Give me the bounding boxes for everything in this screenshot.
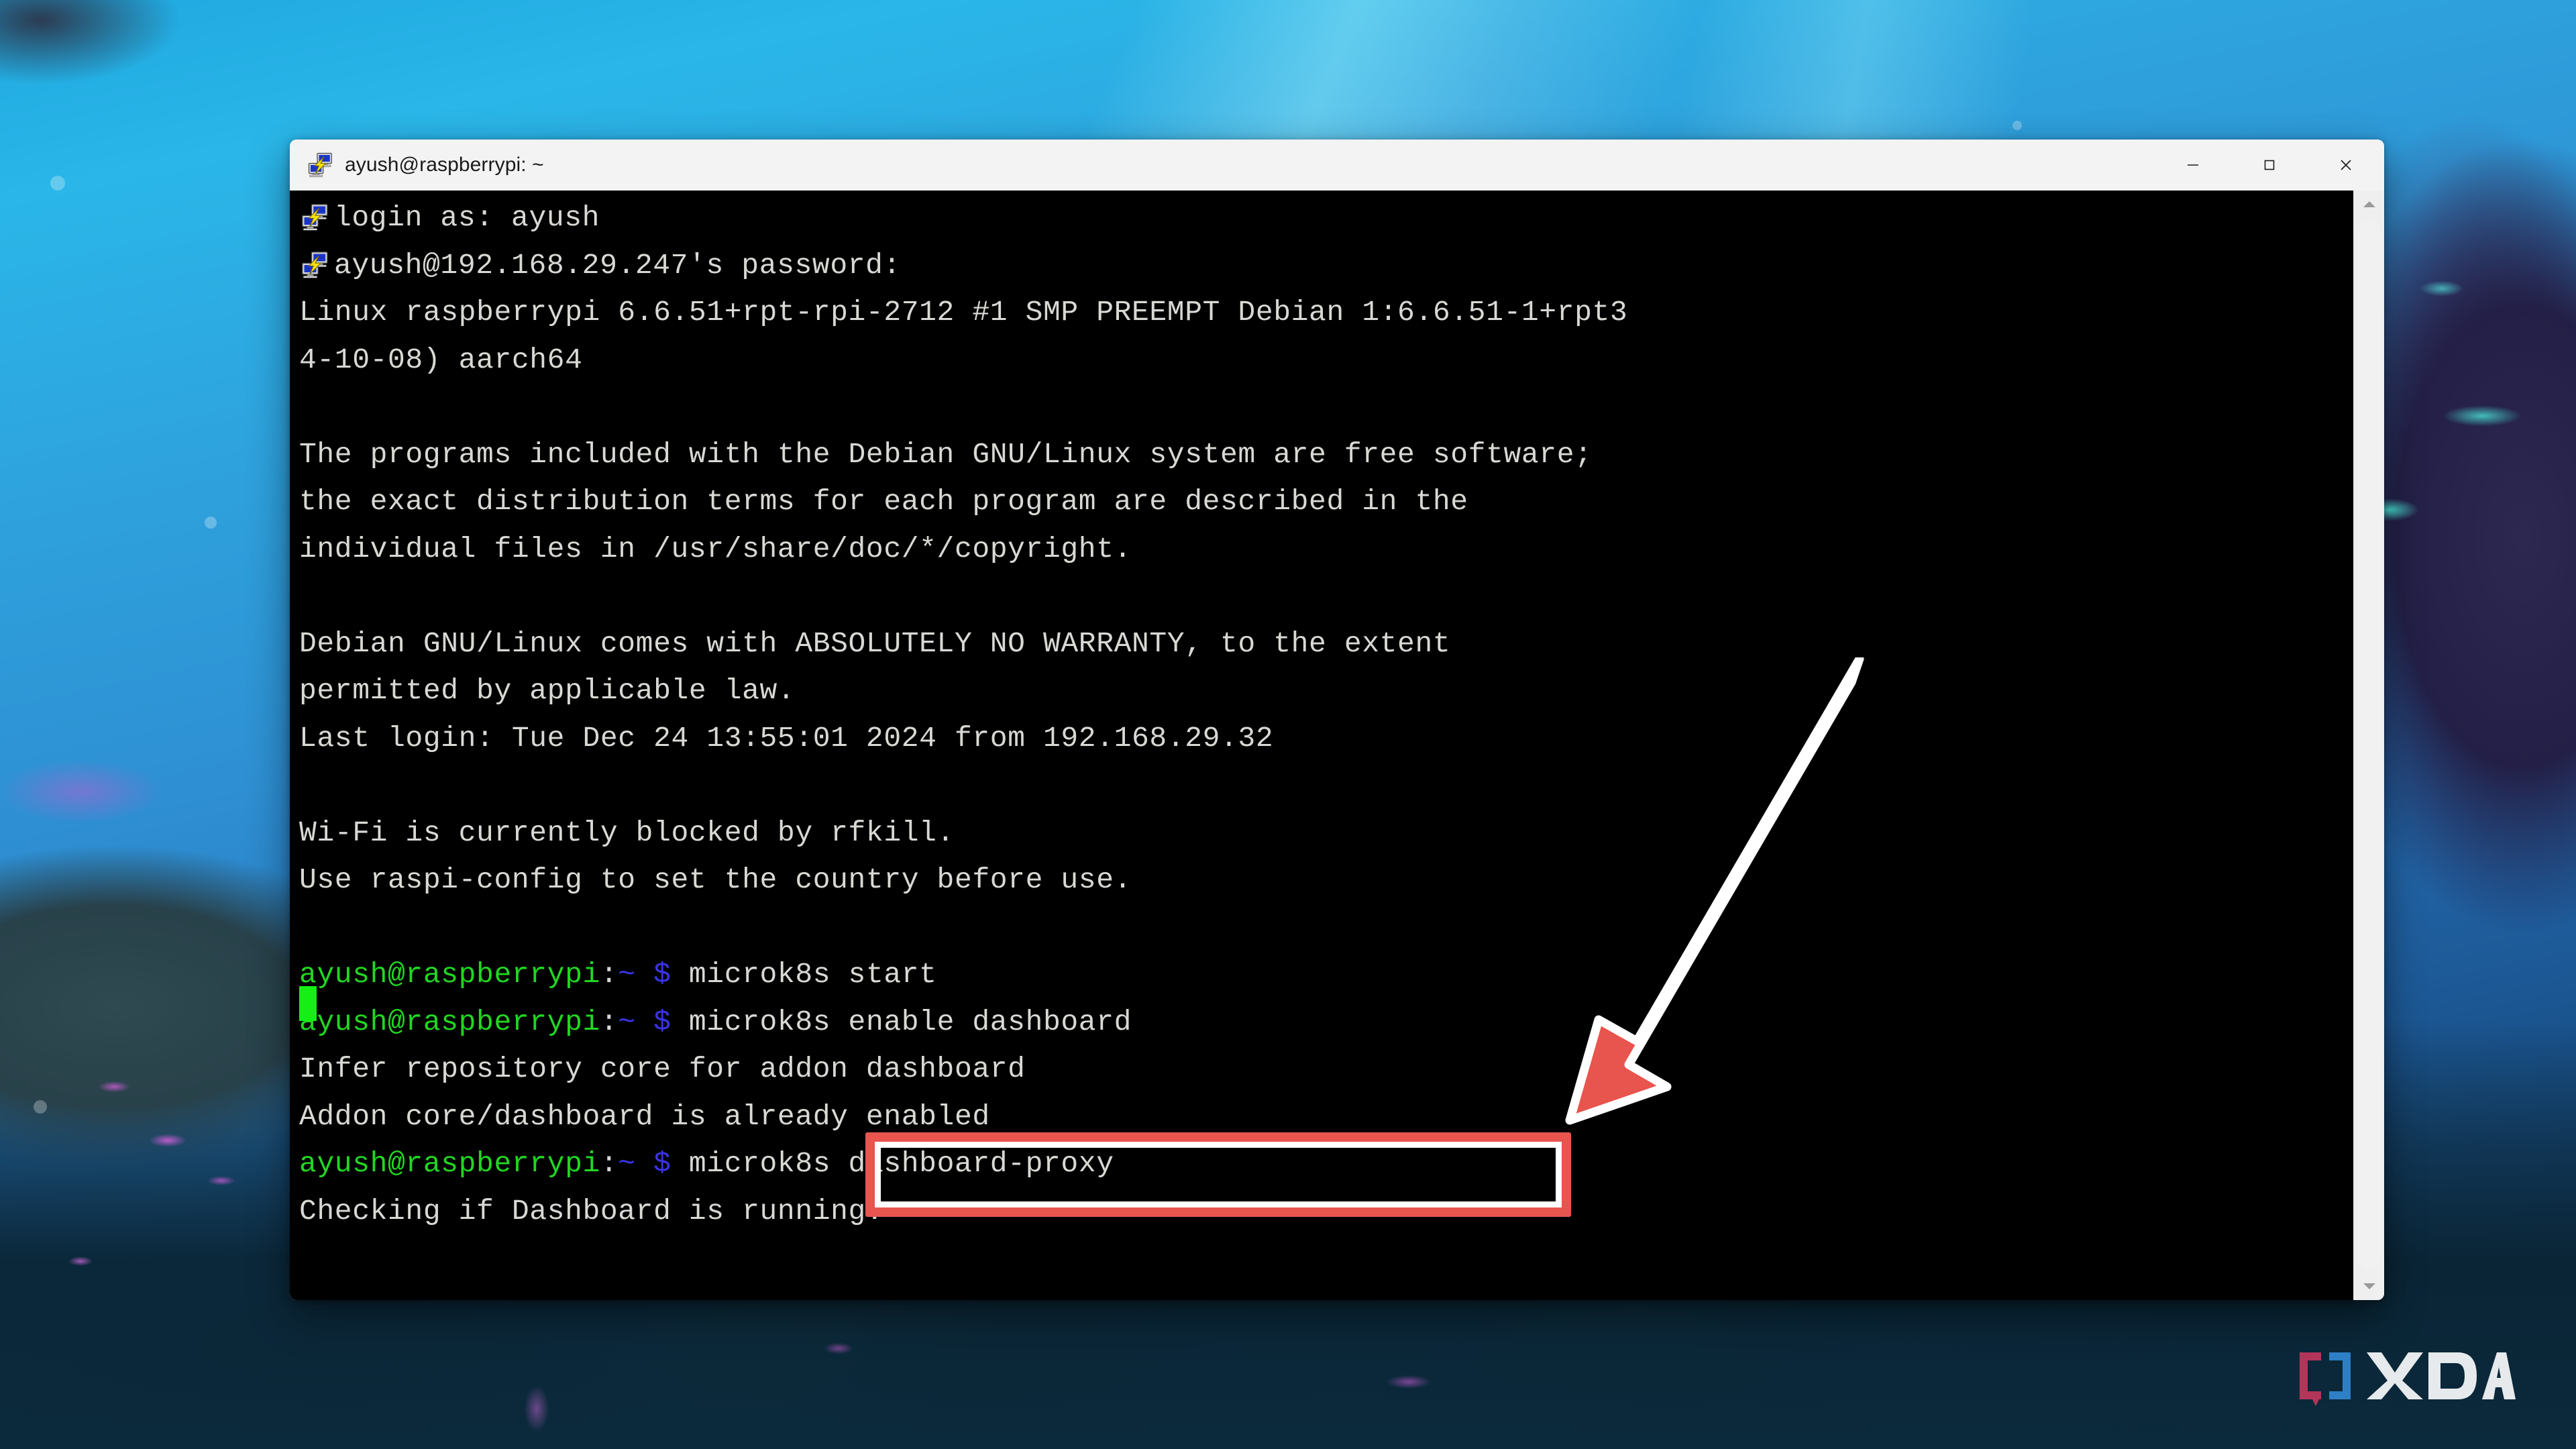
terminal-segment: the exact distribution terms for each pr… xyxy=(299,485,1468,518)
terminal-segment: ~ xyxy=(618,1147,636,1180)
terminal-line: login as: ayush xyxy=(299,195,2353,242)
terminal-line: individual files in /usr/share/doc/*/cop… xyxy=(299,526,2353,574)
terminal-segment: individual files in /usr/share/doc/*/cop… xyxy=(299,532,1132,566)
terminal-segment: microk8s dashboard-proxy xyxy=(671,1147,1114,1180)
terminal-segment: The programs included with the Debian GN… xyxy=(299,437,1593,471)
terminal-line: Infer repository core for addon dashboar… xyxy=(299,1046,2353,1093)
terminal-line: Checking if Dashboard is running. xyxy=(299,1188,2353,1236)
terminal-line: Use raspi-config to set the country befo… xyxy=(299,857,2353,904)
terminal-line: Debian GNU/Linux comes with ABSOLUTELY N… xyxy=(299,621,2353,668)
terminal-segment: ~ xyxy=(618,958,636,991)
terminal-line: Wi-Fi is currently blocked by rfkill. xyxy=(299,810,2353,857)
close-button[interactable] xyxy=(2308,140,2384,191)
terminal-line: ayush@raspberrypi:~ $ microk8s enable da… xyxy=(299,999,2353,1046)
scroll-down-arrow[interactable] xyxy=(2354,1273,2385,1300)
xda-logo xyxy=(2300,1352,2516,1406)
terminal-segment: 4-10-08) aarch64 xyxy=(299,343,583,376)
terminal-segment: Wi-Fi is currently blocked by rfkill. xyxy=(299,816,955,849)
terminal-segment: permitted by applicable law. xyxy=(299,674,796,707)
wallpaper-bubble xyxy=(2012,121,2022,130)
putty-icon xyxy=(299,201,331,231)
terminal-segment: : xyxy=(600,1147,619,1180)
terminal-segment: Use raspi-config to set the country befo… xyxy=(299,863,1132,896)
terminal-line: the exact distribution terms for each pr… xyxy=(299,478,2353,526)
scrollbar-track[interactable] xyxy=(2353,217,2384,1273)
terminal-line: Last login: Tue Dec 24 13:55:01 2024 fro… xyxy=(299,715,2353,763)
terminal-line: 4-10-08) aarch64 xyxy=(299,337,2353,384)
terminal-segment xyxy=(636,1006,653,1038)
terminal-segment: Checking if Dashboard is running. xyxy=(299,1194,884,1228)
terminal-segment: microk8s start xyxy=(671,958,937,991)
terminal-segment: : xyxy=(600,1005,619,1038)
block-cursor xyxy=(299,986,317,1021)
terminal-segment: Infer repository core for addon dashboar… xyxy=(299,1053,1026,1085)
putty-icon xyxy=(299,249,331,278)
wallpaper-bubble xyxy=(34,1100,47,1114)
maximize-button[interactable] xyxy=(2231,140,2308,191)
terminal-line: ayush@192.168.29.247's password: xyxy=(299,242,2353,290)
terminal-line: Linux raspberrypi 6.6.51+rpt-rpi-2712 #1… xyxy=(299,289,2353,337)
terminal-segment: $ xyxy=(653,1147,672,1180)
terminal-segment: ayush@raspberrypi xyxy=(299,1005,600,1038)
terminal-scrollbar[interactable] xyxy=(2353,191,2384,1300)
scrollbar-thumb[interactable] xyxy=(2357,221,2381,1269)
terminal-segment: $ xyxy=(653,1005,672,1038)
terminal-area: login as: ayush ayush@192.168.29.247's pa… xyxy=(290,191,2384,1300)
terminal-line: ayush@raspberrypi:~ $ microk8s dashboard… xyxy=(299,1140,2353,1188)
terminal-line: The programs included with the Debian GN… xyxy=(299,431,2353,479)
putty-terminal-window[interactable]: ayush@raspberrypi: ~ login as: ayush ayus… xyxy=(290,140,2384,1300)
terminal-line: ayush@raspberrypi:~ $ microk8s start xyxy=(299,951,2353,999)
terminal-segment: : xyxy=(600,958,619,991)
terminal-segment: ~ xyxy=(618,1005,636,1038)
terminal-segment: Last login: Tue Dec 24 13:55:01 2024 fro… xyxy=(299,721,1274,755)
window-controls xyxy=(2155,140,2384,191)
putty-icon xyxy=(307,152,334,178)
terminal-segment: Addon core/dashboard is already enabled xyxy=(299,1099,990,1133)
terminal-segment: Linux raspberrypi 6.6.51+rpt-rpi-2712 #1… xyxy=(299,296,1628,329)
terminal-segment: $ xyxy=(653,958,672,991)
terminal-line: permitted by applicable law. xyxy=(299,667,2353,715)
terminal-output[interactable]: login as: ayush ayush@192.168.29.247's pa… xyxy=(290,191,2353,1300)
window-title: ayush@raspberrypi: ~ xyxy=(345,154,544,176)
terminal-segment: ayush@192.168.29.247's password: xyxy=(334,248,901,282)
terminal-segment xyxy=(636,958,653,991)
terminal-segment: microk8s enable dashboard xyxy=(671,1005,1132,1038)
scroll-up-arrow[interactable] xyxy=(2354,191,2385,217)
terminal-text-buffer: login as: ayush ayush@192.168.29.247's pa… xyxy=(290,195,2353,1235)
minimize-button[interactable] xyxy=(2155,140,2231,191)
terminal-segment: login as: ayush xyxy=(334,201,600,234)
wallpaper-bubble xyxy=(205,517,217,529)
wallpaper-bubble xyxy=(50,176,65,191)
terminal-segment xyxy=(636,1147,653,1180)
terminal-segment: ayush@raspberrypi xyxy=(299,1147,600,1180)
terminal-segment: Debian GNU/Linux comes with ABSOLUTELY N… xyxy=(299,627,1451,660)
window-titlebar[interactable]: ayush@raspberrypi: ~ xyxy=(290,140,2384,191)
terminal-segment: ayush@raspberrypi xyxy=(299,958,600,991)
terminal-line: Addon core/dashboard is already enabled xyxy=(299,1093,2353,1141)
